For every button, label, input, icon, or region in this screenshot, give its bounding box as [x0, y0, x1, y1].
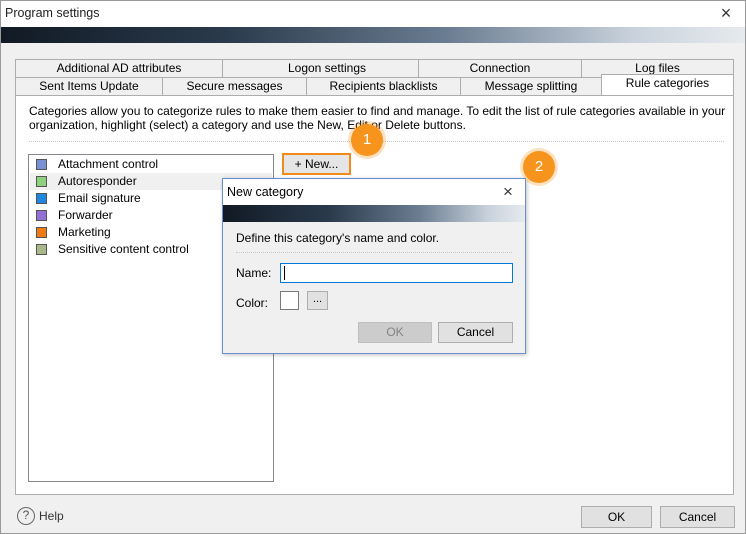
new-category-button[interactable]: + New...	[282, 153, 351, 175]
tab-sent-items-update[interactable]: Sent Items Update	[15, 77, 163, 95]
window-titlebar: Program settings ×	[1, 1, 745, 27]
tab-message-splitting[interactable]: Message splitting	[460, 77, 602, 95]
panel-description: Categories allow you to categorize rules…	[29, 104, 726, 132]
tab-logon-settings[interactable]: Logon settings	[222, 59, 432, 77]
list-item[interactable]: Attachment control	[30, 156, 272, 173]
dialog-ok-button[interactable]: OK	[358, 322, 432, 343]
new-category-dialog: New category × Define this category's na…	[222, 178, 526, 354]
category-name: Marketing	[58, 225, 111, 239]
text-caret	[284, 266, 285, 280]
close-icon[interactable]: ×	[713, 2, 739, 24]
color-swatch	[36, 159, 47, 170]
dialog-titlebar: New category ×	[223, 179, 525, 205]
category-name-input[interactable]	[280, 263, 513, 283]
color-swatch	[36, 244, 47, 255]
callout-badge-1: 1	[351, 124, 383, 156]
choose-color-button[interactable]: ...	[307, 291, 328, 310]
header-banner	[1, 27, 745, 43]
dialog-banner	[223, 205, 525, 222]
color-swatch	[36, 193, 47, 204]
tab-connection[interactable]: Connection	[418, 59, 582, 77]
dialog-close-icon[interactable]: ×	[497, 181, 519, 203]
help-link[interactable]: ? Help	[17, 507, 64, 525]
dialog-cancel-button[interactable]: Cancel	[438, 322, 513, 343]
tab-secure-messages[interactable]: Secure messages	[162, 77, 307, 95]
tab-rule-categories[interactable]: Rule categories	[601, 74, 734, 95]
window-title: Program settings	[5, 6, 100, 20]
color-swatch	[36, 176, 47, 187]
tab-recipients-blacklists[interactable]: Recipients blacklists	[306, 77, 461, 95]
dialog-divider	[236, 252, 512, 253]
help-label: Help	[39, 509, 64, 523]
dialog-title: New category	[227, 185, 304, 199]
color-preview	[280, 291, 299, 310]
category-name: Email signature	[58, 191, 141, 205]
color-swatch	[36, 227, 47, 238]
category-name: Autoresponder	[58, 174, 137, 188]
name-label: Name:	[236, 266, 272, 280]
help-icon: ?	[17, 507, 35, 525]
category-name: Forwarder	[58, 208, 113, 222]
color-swatch	[36, 210, 47, 221]
dialog-instruction: Define this category's name and color.	[236, 231, 440, 245]
category-name: Attachment control	[58, 157, 159, 171]
ok-button[interactable]: OK	[581, 506, 652, 528]
callout-badge-2: 2	[523, 151, 555, 183]
category-name: Sensitive content control	[58, 242, 189, 256]
program-settings-window: Program settings × Additional AD attribu…	[0, 0, 746, 534]
cancel-button[interactable]: Cancel	[660, 506, 735, 528]
color-label: Color:	[236, 296, 269, 310]
tab-additional-ad-attributes[interactable]: Additional AD attributes	[15, 59, 223, 77]
